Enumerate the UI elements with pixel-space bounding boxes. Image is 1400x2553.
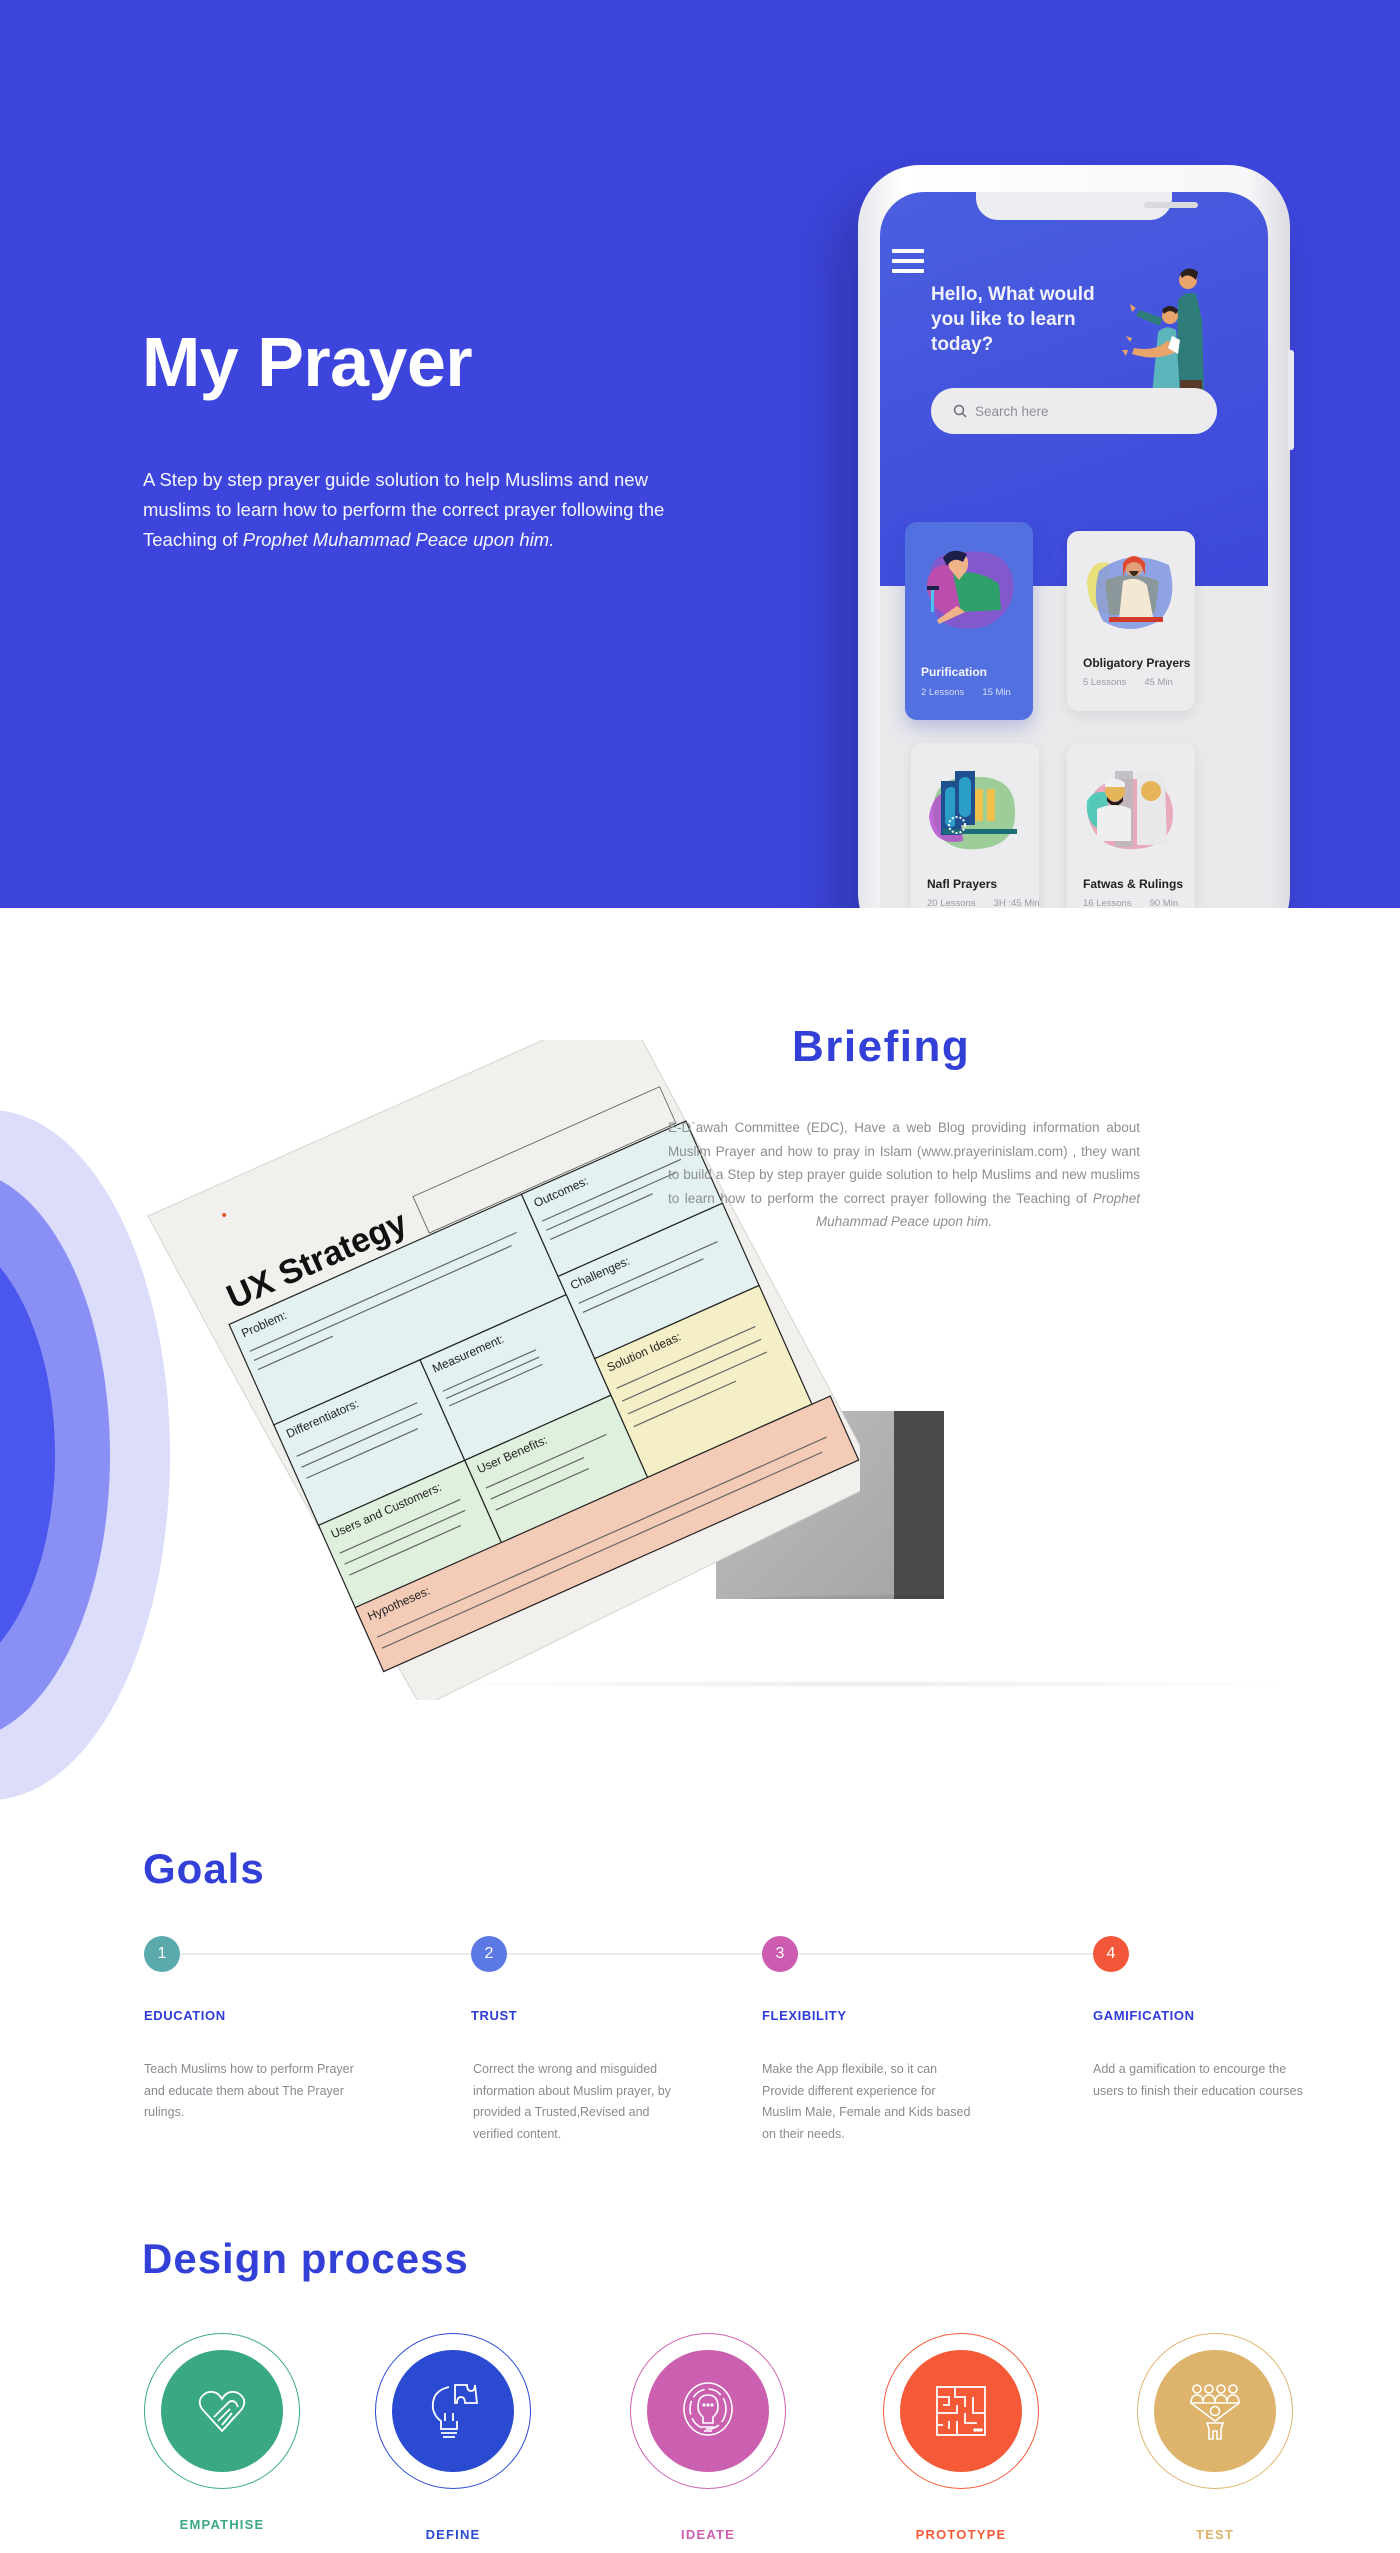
- speaker-grille: [1144, 202, 1198, 208]
- goal-flexibility: 3 FLEXIBILITY Make the App flexibile, so…: [762, 1936, 982, 2145]
- process-core: [647, 2350, 769, 2472]
- card-meta: 20 Lessons 3H :45 Min: [927, 898, 1040, 908]
- process-step-define[interactable]: DEFINE: [375, 2333, 531, 2542]
- process-label: TEST: [1195, 2527, 1235, 2542]
- card-meta: 16 Lessons 90 Min: [1083, 898, 1178, 908]
- card-duration: 90 Min: [1149, 898, 1179, 908]
- app-screen: Hello, What would you like to learn toda…: [880, 192, 1268, 908]
- app-greeting: Hello, What would you like to learn toda…: [931, 284, 1095, 355]
- card-lessons: 2 Lessons: [921, 687, 965, 698]
- process-step-prototype[interactable]: PROTOTYPE: [883, 2333, 1039, 2542]
- goal-title: GAMIFICATION: [1093, 2008, 1195, 2023]
- maze-grid-icon: [936, 2386, 986, 2436]
- goal-education: 1 EDUCATION Teach Muslims how to perform…: [144, 1936, 364, 2124]
- goal-number-badge: 4: [1093, 1936, 1129, 1972]
- goal-description: Add a gamification to encourge the users…: [1093, 2062, 1303, 2098]
- card-duration: 3H :45 Min: [993, 898, 1040, 908]
- puzzle-lightbulb-icon: [431, 2384, 479, 2438]
- process-step-empathise[interactable]: EMPATHISE: [144, 2333, 300, 2532]
- user-group-icon: [1190, 2384, 1240, 2440]
- goal-trust: 2 TRUST Correct the wrong and misguided …: [471, 1936, 691, 2145]
- hero-description: A Step by step prayer guide solution to …: [143, 465, 673, 555]
- process-core: [900, 2350, 1022, 2472]
- design-process-title: Design process: [142, 2235, 469, 2282]
- process-core: [1154, 2350, 1276, 2472]
- prayer-rug-hands-icon: [929, 771, 1017, 850]
- card-meta: 2 Lessons 15 Min: [921, 687, 1011, 698]
- page: My Prayer A Step by step prayer guide so…: [0, 0, 1400, 2553]
- phone-mockup: Hello, What would you like to learn toda…: [858, 165, 1290, 908]
- card-title: Purification: [921, 665, 988, 679]
- process-core: [392, 2350, 514, 2472]
- search-input[interactable]: [975, 403, 1195, 419]
- process-core: [161, 2350, 283, 2472]
- phone-side-button: [1288, 350, 1294, 450]
- card-title: Obligatory Prayers: [1083, 656, 1191, 670]
- lightbulb-maze-icon: [683, 2382, 733, 2436]
- card-lessons: 16 Lessons: [1083, 898, 1132, 908]
- goal-number-badge: 2: [471, 1936, 507, 1972]
- goal-number-badge: 3: [762, 1936, 798, 1972]
- process-ring[interactable]: [375, 2333, 531, 2489]
- hamburger-menu-icon[interactable]: [892, 249, 924, 273]
- card-title: Fatwas & Rulings: [1083, 877, 1184, 891]
- goal-number-badge: 1: [144, 1936, 180, 1972]
- hero-section: My Prayer A Step by step prayer guide so…: [0, 0, 1400, 908]
- card-lessons: 5 Lessons: [1083, 677, 1127, 688]
- process-label: DEFINE: [425, 2527, 481, 2542]
- goal-title: EDUCATION: [144, 2008, 226, 2023]
- man-woman-icon: [1086, 769, 1173, 850]
- man-praying-icon: [1087, 556, 1173, 629]
- goal-title: TRUST: [471, 2008, 518, 2023]
- card-lessons: 20 Lessons: [927, 898, 976, 908]
- process-label: IDEATE: [681, 2527, 735, 2542]
- goals-title: Goals: [143, 1845, 265, 1892]
- hero-description-italic: Prophet Muhammad Peace upon him.: [242, 529, 555, 550]
- process-ring[interactable]: [883, 2333, 1039, 2489]
- goal-gamification: 4 GAMIFICATION Add a gamification to enc…: [1093, 1936, 1313, 2102]
- process-ring[interactable]: [630, 2333, 786, 2489]
- goal-description: Correct the wrong and misguided informat…: [473, 2062, 672, 2141]
- phone-notch: [976, 192, 1198, 220]
- briefing-title: Briefing: [792, 1022, 971, 1071]
- card-title: Nafl Prayers: [927, 877, 998, 891]
- category-card-nafl-prayers[interactable]: Nafl Prayers 20 Lessons 3H :45 Min: [911, 743, 1040, 908]
- people-illustration-icon: [1122, 268, 1204, 395]
- briefing-text-body: E-D`awah Committee (EDC), Have a web Blo…: [668, 1120, 1140, 1206]
- card-meta: 5 Lessons 45 Min: [1083, 677, 1173, 688]
- person-washing-icon: [926, 550, 1014, 629]
- category-card-fatwas-rulings[interactable]: Fatwas & Rulings 16 Lessons 90 Min: [1067, 743, 1195, 908]
- hero-title: My Prayer: [142, 323, 473, 401]
- heart-handshake-icon: [198, 2390, 246, 2433]
- goal-title: FLEXIBILITY: [762, 2008, 847, 2023]
- process-ring[interactable]: [1137, 2333, 1293, 2489]
- process-step-ideate[interactable]: IDEATE: [630, 2333, 786, 2542]
- goal-description: Teach Muslims how to perform Prayer and …: [144, 2062, 354, 2119]
- card-duration: 45 Min: [1144, 677, 1173, 688]
- search-bar[interactable]: [931, 388, 1217, 434]
- process-label: EMPATHISE: [179, 2517, 265, 2532]
- search-icon: [953, 404, 967, 418]
- process-ring[interactable]: [144, 2333, 300, 2489]
- goal-description: Make the App flexibile, so it can Provid…: [762, 2062, 971, 2141]
- category-card-purification[interactable]: Purification 2 Lessons 15 Min: [905, 522, 1033, 720]
- process-label: PROTOTYPE: [915, 2527, 1007, 2542]
- category-card-obligatory-prayers[interactable]: Obligatory Prayers 5 Lessons 45 Min: [1067, 531, 1195, 711]
- process-step-test[interactable]: TEST: [1137, 2333, 1293, 2542]
- card-duration: 15 Min: [982, 687, 1011, 698]
- briefing-text: E-D`awah Committee (EDC), Have a web Blo…: [668, 1116, 1140, 1234]
